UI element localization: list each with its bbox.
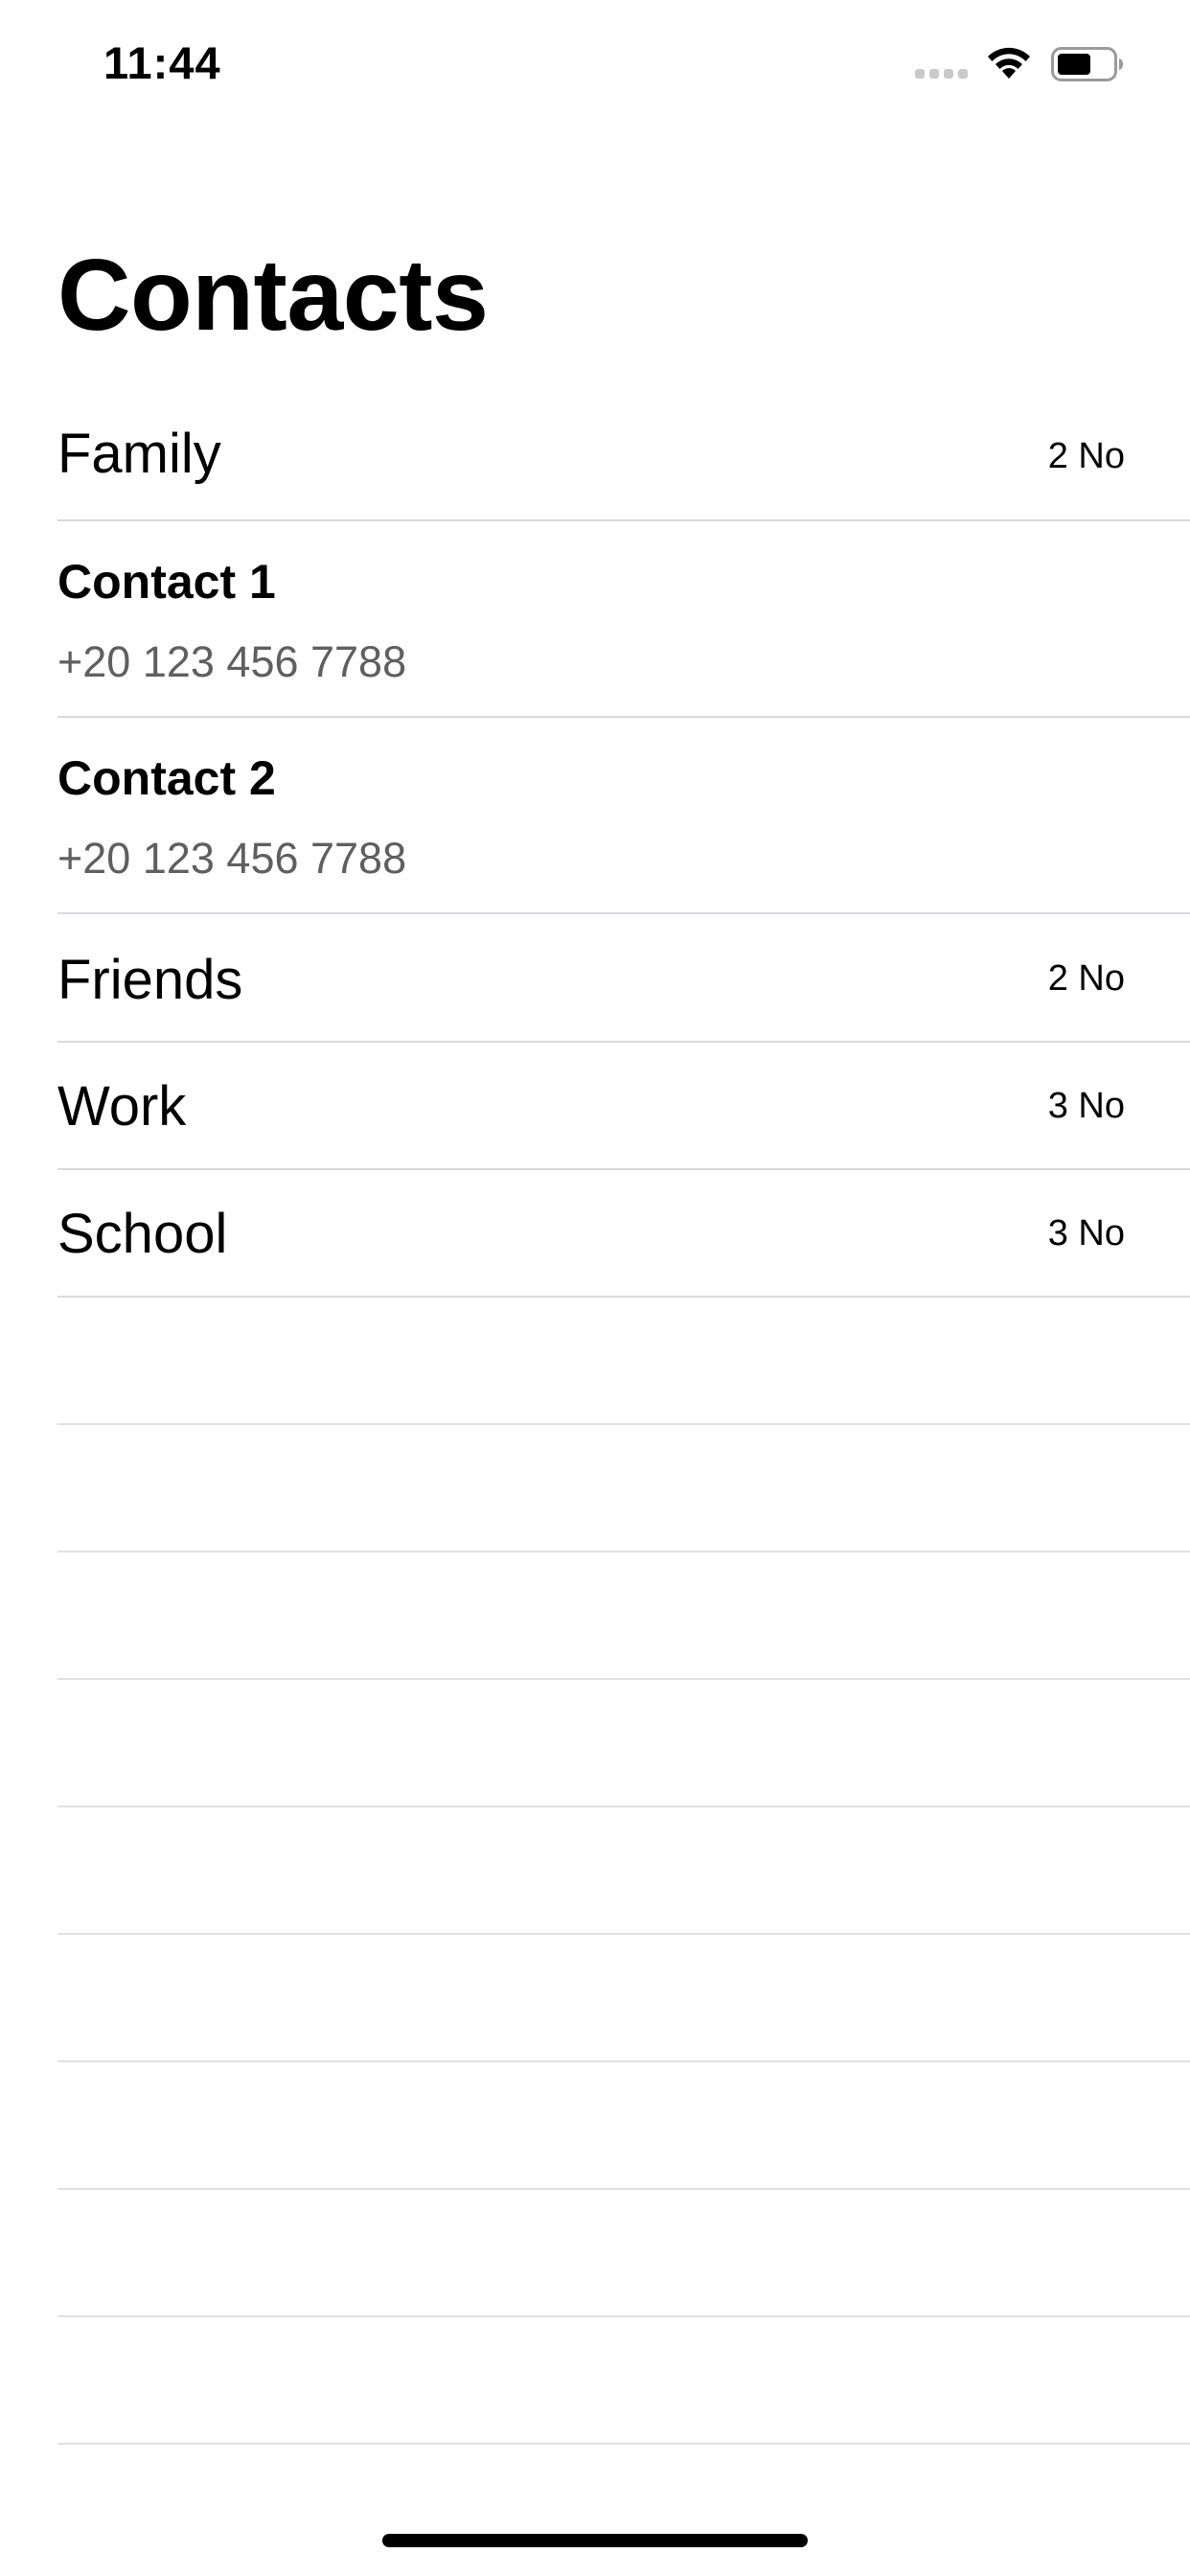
group-row-work[interactable]: Work 3 No xyxy=(0,1043,1190,1170)
empty-row-separator xyxy=(57,1806,1190,1807)
contact-row-1[interactable]: Contact 1 +20 123 456 7788 xyxy=(0,521,1190,718)
group-count: 2 No xyxy=(1047,958,1125,999)
group-label: School xyxy=(57,1203,228,1265)
row-separator xyxy=(57,1296,1190,1298)
contact-name: Contact 1 xyxy=(57,555,276,609)
group-row-school[interactable]: School 3 No xyxy=(0,1170,1190,1298)
group-count: 3 No xyxy=(1047,1213,1125,1254)
group-label: Work xyxy=(57,1075,187,1138)
contacts-list: Family 2 No Contact 1 +20 123 456 7788 C… xyxy=(0,0,1190,2576)
contact-name: Contact 2 xyxy=(57,751,276,805)
empty-row-separator xyxy=(57,2443,1190,2445)
group-label: Friends xyxy=(57,949,243,1011)
group-count: 3 No xyxy=(1047,1086,1125,1126)
group-label: Family xyxy=(57,423,221,485)
contact-phone: +20 123 456 7788 xyxy=(57,834,407,883)
empty-row-separator xyxy=(57,1423,1190,1425)
empty-row-separator xyxy=(57,1551,1190,1552)
group-row-friends[interactable]: Friends 2 No xyxy=(0,914,1190,1043)
group-row-family[interactable]: Family 2 No xyxy=(0,393,1190,521)
contact-row-2[interactable]: Contact 2 +20 123 456 7788 xyxy=(0,718,1190,914)
empty-row-separator xyxy=(57,1933,1190,1935)
home-indicator[interactable] xyxy=(382,2534,808,2547)
empty-row-separator xyxy=(57,2315,1190,2317)
group-count: 2 No xyxy=(1047,436,1125,476)
empty-row-separator xyxy=(57,2188,1190,2190)
empty-row-separator xyxy=(57,1678,1190,1680)
empty-row-separator xyxy=(57,2060,1190,2062)
contact-phone: +20 123 456 7788 xyxy=(57,637,407,686)
